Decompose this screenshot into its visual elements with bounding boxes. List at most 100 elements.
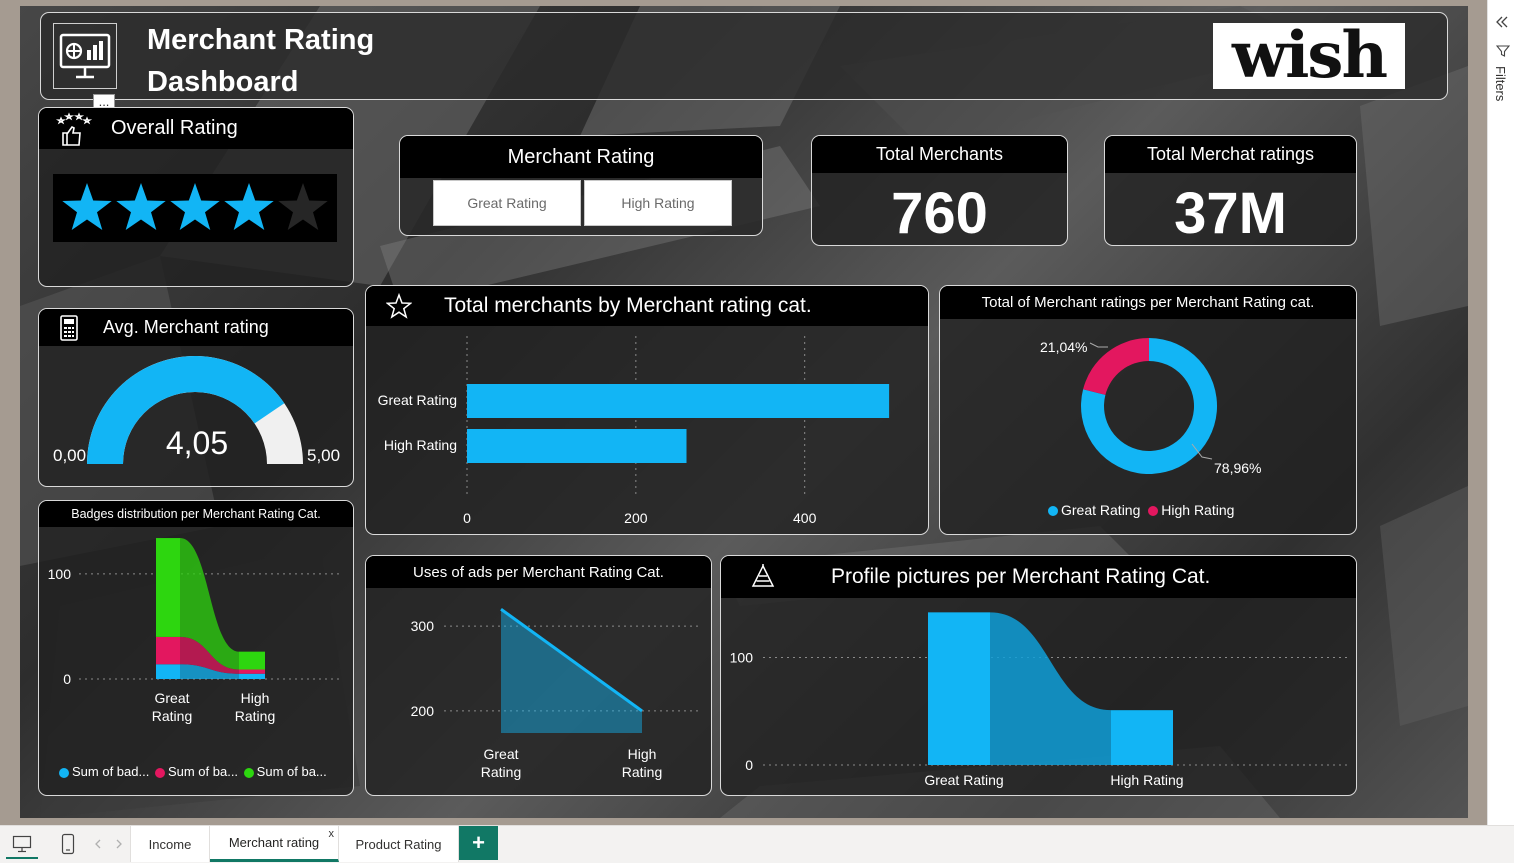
- bar-segment: [156, 636, 180, 665]
- legend-item[interactable]: Sum of ba...: [154, 764, 239, 779]
- x-category-label: Great: [154, 690, 189, 706]
- ads-title: Uses of ads per Merchant Rating Cat.: [413, 563, 664, 581]
- overall-rating-title: Overall Rating: [111, 117, 238, 139]
- star-filled-icon: [224, 183, 274, 230]
- gauge-value: 4,05: [165, 425, 229, 461]
- legend-dot-blue: [1048, 506, 1058, 517]
- avg-rating-header: Avg. Merchant rating: [39, 309, 353, 346]
- legend-label: High Rating: [1161, 502, 1235, 518]
- desktop-view-icon[interactable]: [6, 830, 38, 859]
- y-tick-label: 0: [63, 671, 71, 687]
- page-title-line2: Dashboard: [147, 66, 299, 98]
- ratings-donut-card[interactable]: Total of Merchant ratings per Merchant R…: [939, 285, 1357, 535]
- star-filled-icon: [62, 183, 112, 230]
- badges-card[interactable]: Badges distribution per Merchant Rating …: [38, 500, 354, 796]
- total-merchants-header: Total Merchants: [812, 136, 1067, 173]
- x-tick-label: 400: [793, 510, 817, 526]
- bar-segment: [239, 651, 265, 670]
- gauge-max: 5,00: [307, 446, 341, 465]
- filters-label[interactable]: Filters: [1493, 66, 1508, 101]
- dashboard-icon: [53, 23, 117, 89]
- legend-dot-green: [243, 767, 254, 778]
- tab-product-rating[interactable]: Product Rating: [339, 826, 459, 862]
- donut-header: Total of Merchant ratings per Merchant R…: [940, 286, 1356, 319]
- report-canvas: Merchant Rating Dashboard wish ... Overa…: [20, 6, 1468, 818]
- ribbon: [990, 612, 1111, 765]
- close-tab-icon[interactable]: x: [329, 828, 335, 840]
- slicer-option-great-rating[interactable]: Great Rating: [433, 180, 581, 226]
- x-category-label: High Rating: [1110, 772, 1183, 788]
- profile-card[interactable]: Profile pictures per Merchant Rating Cat…: [720, 555, 1357, 796]
- scroll-right-icon[interactable]: [113, 837, 125, 851]
- x-category-label: Rating: [152, 708, 192, 724]
- star-empty-icon: [278, 183, 328, 230]
- badges-chart: 0 100 Great Rating High Rating: [48, 538, 343, 724]
- x-category-label: High: [628, 746, 657, 762]
- badges-title: Badges distribution per Merchant Rating …: [71, 507, 321, 521]
- y-tick-label: 300: [411, 618, 435, 634]
- area-fill: [501, 609, 642, 733]
- avg-rating-card[interactable]: Avg. Merchant rating 4,05 0,00 5,00: [38, 308, 354, 487]
- x-tick-label: 0: [463, 510, 471, 526]
- total-merchants-card[interactable]: Total Merchants 760: [811, 135, 1068, 246]
- bar-segment: [156, 664, 180, 679]
- ads-header: Uses of ads per Merchant Rating Cat.: [366, 556, 711, 588]
- tab-label: Product Rating: [355, 836, 442, 852]
- report-canvas-frame: Merchant Rating Dashboard wish ... Overa…: [0, 0, 1487, 825]
- tab-label: Income: [148, 836, 192, 852]
- wish-logo: wish: [1213, 23, 1405, 89]
- x-category-label: Great: [483, 746, 518, 762]
- filters-pane[interactable]: Filters: [1487, 0, 1514, 825]
- legend-item[interactable]: Great Rating: [1048, 502, 1140, 518]
- tab-label: Merchant rating: [228, 835, 320, 850]
- tab-merchant-rating[interactable]: Merchant rating x: [210, 826, 339, 862]
- total-ratings-card[interactable]: Total Merchat ratings 37M: [1104, 135, 1357, 246]
- merchants-bar-chart: 0 200 400 Great Rating High Rating: [378, 336, 890, 526]
- y-tick-label: 100: [48, 566, 72, 582]
- badges-legend: Sum of bad... Sum of ba... Sum of ba...: [59, 764, 327, 779]
- legend-label: Great Rating: [1061, 502, 1141, 518]
- overall-rating-card[interactable]: Overall Rating: [38, 107, 354, 287]
- star-rating-display: [53, 174, 337, 242]
- filter-funnel-icon: [1495, 44, 1511, 58]
- bar: [467, 384, 890, 418]
- legend-label: Sum of ba...: [167, 764, 239, 779]
- profile-title: Profile pictures per Merchant Rating Cat…: [831, 565, 1211, 588]
- total-ratings-title: Total Merchat ratings: [1146, 144, 1315, 164]
- total-ratings-header: Total Merchat ratings: [1105, 136, 1356, 173]
- profile-ribbon-chart: 0 100 Great Rating High Rating: [730, 612, 1347, 788]
- x-category-label: Rating: [481, 764, 521, 780]
- page-title: Merchant Rating Dashboard: [147, 19, 375, 99]
- tab-income[interactable]: Income: [130, 826, 210, 862]
- total-ratings-value: 37M: [1174, 181, 1287, 246]
- mobile-view-icon[interactable]: [58, 831, 78, 857]
- legend-item[interactable]: Sum of ba...: [243, 764, 327, 779]
- ads-card[interactable]: Uses of ads per Merchant Rating Cat. 200…: [365, 555, 712, 796]
- slicer-title: Merchant Rating: [507, 145, 655, 168]
- scroll-left-icon[interactable]: [92, 837, 104, 851]
- badges-header: Badges distribution per Merchant Rating …: [39, 501, 353, 527]
- slicer-option-high-rating[interactable]: High Rating: [584, 180, 732, 226]
- bar-chart-title: Total merchants by Merchant rating cat.: [444, 294, 812, 317]
- total-merchants-value: 760: [891, 181, 988, 246]
- legend-item[interactable]: High Rating: [1148, 502, 1234, 518]
- merchant-rating-slicer[interactable]: Merchant Rating Great Rating High Rating: [399, 135, 763, 236]
- ratings-donut-chart: 78,96% 21,04%: [1040, 338, 1261, 476]
- page-tab-bar: Income Merchant rating x Product Rating …: [0, 825, 1514, 863]
- legend-dot-pink: [154, 767, 165, 778]
- wish-logo-text: wish: [1232, 18, 1388, 93]
- bar-segment: [156, 538, 180, 637]
- collapse-chevron-icon[interactable]: [1494, 14, 1510, 30]
- rating-thumbs-icon: [53, 111, 97, 147]
- bar: [467, 429, 687, 463]
- merchants-bar-card[interactable]: Total merchants by Merchant rating cat. …: [365, 285, 929, 535]
- calculator-icon: [59, 314, 79, 341]
- ads-area-chart: 200 300 Great Rating High Rating: [411, 607, 702, 780]
- page-title-line1: Merchant Rating: [147, 24, 375, 56]
- star-filled-icon: [170, 183, 220, 230]
- leader-line: [1089, 342, 1108, 348]
- donut-slice: [1083, 338, 1149, 395]
- legend-item[interactable]: Sum of bad...: [59, 764, 149, 779]
- add-page-button[interactable]: +: [459, 826, 498, 860]
- pyramid-icon: [751, 564, 775, 590]
